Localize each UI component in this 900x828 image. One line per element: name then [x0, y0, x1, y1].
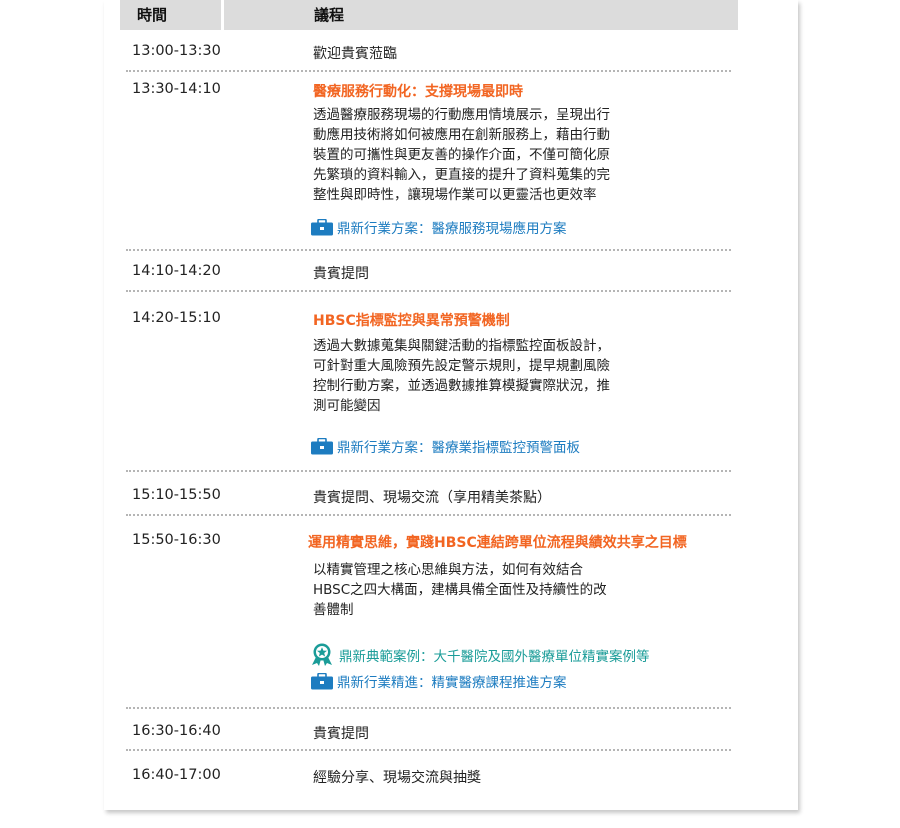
row-agenda: 貴賓提問 [313, 726, 369, 742]
row-time: 15:10-15:50 [132, 487, 221, 503]
header-agenda: 議程 [224, 0, 738, 30]
solution-link[interactable]: 鼎新行業方案：醫療業指標監控預警面板 [311, 436, 580, 456]
row-agenda: 歡迎貴賓蒞臨 [313, 46, 397, 62]
row-time: 16:30-16:40 [132, 723, 221, 739]
row-agenda: 貴賓提問、現場交流（享用精美茶點） [313, 490, 551, 506]
header-time: 時間 [120, 0, 221, 30]
session-title: 運用精實思維，實踐HBSC連結跨單位流程與績效共享之目標 [308, 535, 687, 551]
briefcase-icon [311, 218, 333, 235]
session-title: HBSC指標監控與異常預警機制 [313, 313, 510, 329]
row-divider [126, 290, 731, 292]
row-agenda: 貴賓提問 [313, 266, 369, 282]
briefcase-icon [311, 437, 333, 454]
row-time: 16:40-17:00 [132, 767, 221, 783]
session-description: 透過醫療服務現場的行動應用情境展示，呈現出行 動應用技術將如何被應用在創新服務上，… [313, 107, 610, 203]
row-time: 14:10-14:20 [132, 263, 221, 279]
link-label[interactable]: 鼎新行業方案：醫療業指標監控預警面板 [337, 436, 580, 456]
row-time: 13:30-14:10 [132, 81, 221, 97]
row-divider [126, 70, 731, 72]
link-label[interactable]: 鼎新行業方案：醫療服務現場應用方案 [337, 217, 567, 237]
session-description: 透過大數據蒐集與關鍵活動的指標監控面板設計， 可針對重大風險預先設定警示規則，提早… [313, 338, 610, 414]
row-divider [126, 249, 731, 251]
award-icon [312, 643, 332, 666]
case-link[interactable]: 鼎新典範案例：大千醫院及國外醫療單位精實案例等 [309, 643, 650, 667]
solution-link[interactable]: 鼎新行業精進：精實醫療課程推進方案 [311, 671, 567, 691]
solution-link[interactable]: 鼎新行業方案：醫療服務現場應用方案 [311, 217, 567, 237]
row-divider [126, 514, 731, 516]
briefcase-icon [311, 672, 333, 689]
session-title: 醫療服務行動化：支撐現場最即時 [313, 84, 523, 100]
link-label[interactable]: 鼎新行業精進：精實醫療課程推進方案 [337, 671, 567, 691]
row-divider [126, 749, 731, 751]
row-divider [126, 707, 731, 709]
session-description: 以精實管理之核心思維與方法，如何有效結合 HBSC之四大構面，建構具備全面性及持續… [313, 562, 607, 618]
link-label[interactable]: 鼎新典範案例：大千醫院及國外醫療單位精實案例等 [339, 645, 650, 665]
row-time: 14:20-15:10 [132, 310, 221, 326]
row-divider [126, 470, 731, 472]
row-time: 15:50-16:30 [132, 532, 221, 548]
row-agenda: 經驗分享、現場交流與抽獎 [313, 770, 481, 786]
row-time: 13:00-13:30 [132, 43, 221, 59]
